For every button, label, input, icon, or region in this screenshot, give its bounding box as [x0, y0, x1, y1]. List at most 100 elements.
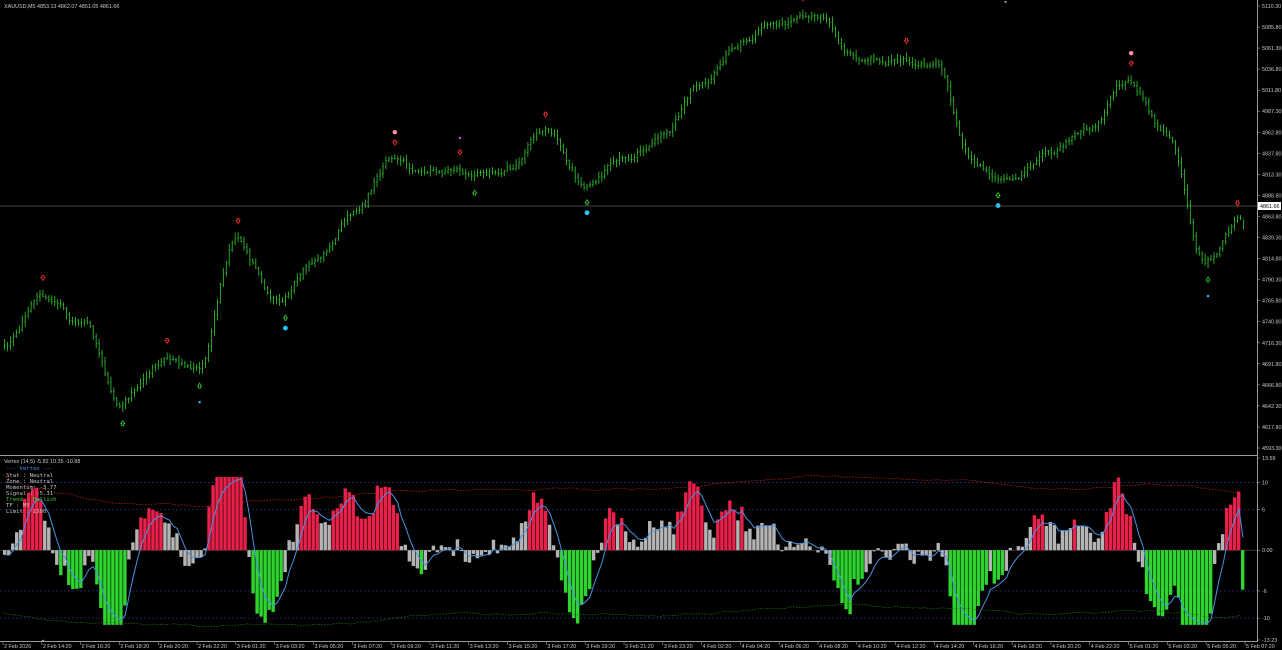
indicator-histogram-bar	[708, 529, 712, 551]
indicator-histogram-bar	[776, 544, 780, 551]
indicator-histogram-bar	[1036, 518, 1041, 551]
indicator-histogram-bar	[327, 524, 331, 551]
time-axis-label: 4 Feb 02:20	[703, 644, 732, 650]
indicator-histogram-bar	[119, 550, 123, 625]
indicator-histogram-bar	[672, 534, 676, 551]
indicator-histogram-bar	[127, 550, 131, 560]
cyan-signal-dot-icon	[198, 401, 201, 404]
indicator-histogram-bar	[307, 494, 311, 551]
price-axis-label: 4839.30	[1262, 236, 1282, 242]
info-panel-title: --- Vertex ---	[6, 466, 53, 472]
indicator-histogram-bar	[1200, 550, 1205, 625]
price-axis-label: 4987.30	[1262, 109, 1282, 115]
price-axis-label: 5085.80	[1262, 25, 1282, 31]
price-axis-label: 4814.80	[1262, 257, 1282, 263]
indicator-histogram-bar	[880, 550, 884, 552]
indicator-histogram-bar	[640, 541, 644, 551]
indicator-histogram-bar	[1204, 550, 1209, 625]
indicator-histogram-bar	[135, 529, 139, 551]
indicator-histogram-bar	[107, 550, 111, 625]
time-axis-label: 3 Feb 17:20	[547, 644, 576, 650]
indicator-histogram-bar	[427, 550, 432, 552]
indicator-histogram-bar	[844, 550, 848, 610]
current-price-tag: 4861.66	[1260, 204, 1280, 210]
indicator-histogram-bar	[367, 516, 371, 551]
indicator-histogram-bar	[856, 550, 860, 585]
indicator-histogram-bar	[1124, 514, 1129, 551]
indicator-histogram-bar	[315, 514, 319, 551]
indicator-histogram-bar	[1212, 550, 1217, 565]
indicator-histogram-bar	[311, 509, 315, 551]
indicator-histogram-bar	[391, 504, 396, 551]
time-axis-label: 4 Feb 08:20	[819, 644, 848, 650]
indicator-histogram-bar	[916, 550, 920, 552]
indicator-histogram-bar	[1016, 546, 1021, 551]
time-axis-label: 3 Feb 21:20	[625, 644, 654, 650]
indicator-histogram-bar	[355, 516, 359, 551]
pink-signal-dot-icon	[1128, 50, 1134, 56]
indicator-histogram-bar	[195, 550, 199, 558]
indicator-histogram-bar	[63, 550, 67, 566]
indicator-histogram-bar	[1172, 550, 1177, 586]
indicator-histogram-bar	[371, 513, 375, 551]
indicator-histogram-bar	[700, 505, 704, 551]
indicator-histogram-bar	[1072, 519, 1077, 551]
price-axis-label: 4765.80	[1262, 299, 1282, 305]
indicator-histogram-bar	[1068, 528, 1073, 551]
indicator-histogram-bar	[231, 476, 235, 551]
indicator-histogram-bar	[543, 510, 548, 551]
indicator-histogram-bar	[980, 550, 984, 591]
indicator-histogram-bar	[375, 485, 380, 551]
indicator-histogram-bar	[579, 550, 584, 605]
indicator-histogram-bar	[808, 546, 812, 551]
indicator-histogram-bar	[656, 529, 660, 551]
indicator-histogram-bar	[67, 550, 71, 586]
indicator-histogram-bar	[39, 500, 43, 551]
indicator-histogram-bar	[51, 550, 55, 554]
indicator-histogram-bar	[431, 545, 436, 551]
indicator-histogram-bar	[1160, 550, 1165, 617]
indicator-histogram-bar	[399, 546, 404, 551]
indicator-histogram-bar	[1208, 550, 1213, 614]
time-axis-label: 3 Feb 11:20	[431, 644, 459, 650]
indicator-histogram-bar	[688, 481, 692, 551]
indicator-histogram-bar	[123, 550, 127, 606]
indicator-histogram-bar	[984, 550, 988, 585]
indicator-histogram-bar	[848, 550, 852, 615]
time-axis-label: 5 Feb 05:20	[1207, 644, 1236, 650]
indicator-histogram-bar	[1152, 550, 1157, 608]
indicator-histogram-bar	[243, 517, 247, 551]
indicator-histogram-bar	[43, 520, 47, 551]
indicator-axis-label: 13.59	[1262, 456, 1276, 462]
time-axis-label: 4 Feb 16:20	[974, 644, 1003, 650]
indicator-histogram-bar	[319, 523, 323, 551]
indicator-histogram-bar	[868, 550, 872, 564]
indicator-histogram-bar	[1176, 550, 1181, 598]
indicator-histogram-bar	[303, 496, 307, 551]
trading-chart[interactable]: 5110.30 5085.80 5061.30 5036.80 5011.80 4987.…	[0, 0, 1282, 650]
time-axis-label: 3 Feb 01:20	[237, 644, 266, 650]
indicator-histogram-bar	[768, 525, 772, 551]
indicator-histogram-bar	[624, 531, 628, 551]
price-axis-label: 4863.80	[1262, 214, 1282, 220]
indicator-histogram-bar	[804, 538, 808, 551]
time-axis-label: 3 Feb 15:20	[509, 644, 538, 650]
indicator-histogram-bar	[131, 542, 135, 551]
indicator-histogram-bar	[996, 550, 1001, 580]
indicator-histogram-bar	[1220, 534, 1225, 551]
price-axis-label: 5110.30	[1262, 4, 1281, 10]
indicator-histogram-bar	[343, 488, 347, 551]
indicator-histogram-bar	[3, 550, 7, 555]
price-axis-label: 4962.80	[1262, 130, 1282, 136]
indicator-histogram-bar	[1064, 530, 1069, 551]
indicator-histogram-bar	[728, 500, 732, 551]
price-axis-label: 4691.80	[1262, 362, 1282, 368]
indicator-histogram-bar	[1196, 550, 1201, 625]
indicator-histogram-bar	[435, 550, 440, 553]
indicator-histogram-bar	[748, 528, 752, 551]
indicator-histogram-bar	[115, 550, 119, 625]
indicator-histogram-bar	[439, 545, 444, 551]
indicator-histogram-bar	[287, 540, 291, 551]
indicator-histogram-bar	[696, 486, 700, 551]
indicator-histogram-bar	[704, 522, 708, 551]
